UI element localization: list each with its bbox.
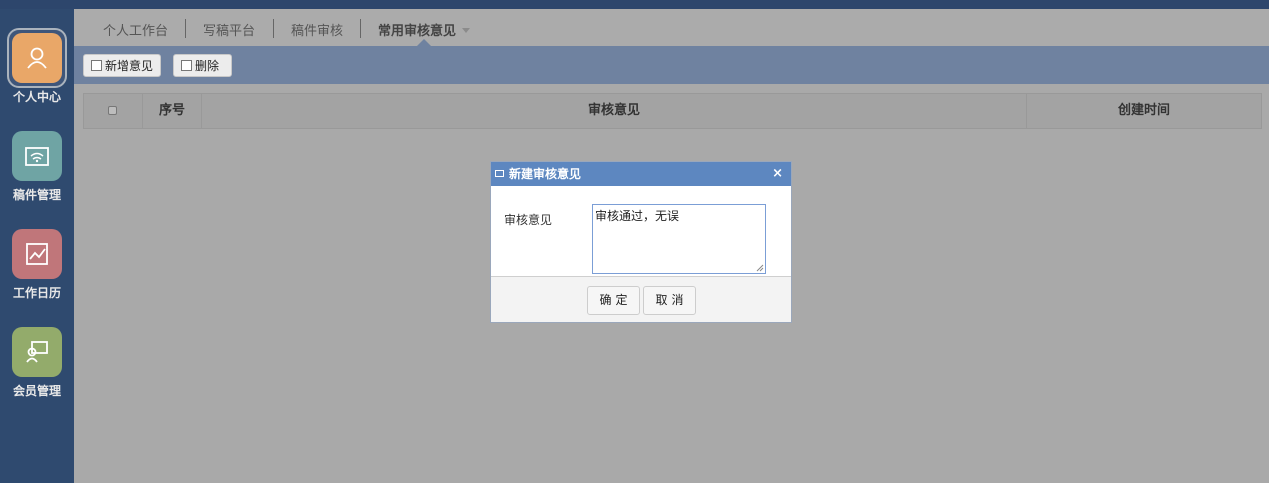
close-icon[interactable]: × <box>772 162 783 186</box>
column-header-opinion[interactable]: 审核意见 <box>202 94 1027 128</box>
sidebar-item-personal-center[interactable]: 个人中心 <box>0 28 74 123</box>
chevron-down-icon[interactable] <box>462 28 471 33</box>
opinion-field-label: 审核意见 <box>504 213 553 227</box>
sidebar-item-manuscript[interactable]: 稿件管理 <box>0 131 74 221</box>
add-opinion-label: 新增意见 <box>105 59 154 73</box>
manuscript-icon <box>12 131 62 181</box>
tab-personal-workbench[interactable]: 个人工作台 <box>103 20 168 39</box>
tab-manuscript-review[interactable]: 稿件审核 <box>291 20 343 39</box>
select-all-cell <box>84 94 143 128</box>
sidebar-item-label: 会员管理 <box>12 384 61 398</box>
dialog-titlebar[interactable]: 新建审核意见 × <box>491 162 791 186</box>
select-all-checkbox[interactable] <box>108 106 117 115</box>
column-header-index[interactable]: 序号 <box>143 94 202 128</box>
sidebar-item-member-management[interactable]: 会员管理 <box>0 327 74 417</box>
window-icon <box>495 170 504 177</box>
add-icon <box>91 60 102 71</box>
delete-label: 删除 <box>195 59 220 73</box>
member-icon <box>12 327 62 377</box>
column-header-created-time[interactable]: 创建时间 <box>1027 94 1261 128</box>
confirm-button[interactable]: 确定 <box>587 286 640 315</box>
opinion-textarea[interactable]: 审核通过，无误 <box>592 204 766 274</box>
cancel-button[interactable]: 取消 <box>643 286 696 315</box>
dialog-body: 审核意见 审核通过，无误 <box>491 186 791 277</box>
calendar-chart-icon <box>12 229 62 279</box>
dialog-footer: 确定 取消 <box>491 278 791 322</box>
delete-icon <box>181 60 192 71</box>
sidebar: 个人中心 稿件管理 工作日历 会员管理 <box>0 9 74 483</box>
sidebar-item-work-calendar[interactable]: 工作日历 <box>0 229 74 319</box>
toolbar: 新增意见 删除 <box>74 46 1269 84</box>
sidebar-item-label: 稿件管理 <box>12 188 61 202</box>
tab-common-review-opinions[interactable]: 常用审核意见 <box>378 20 471 39</box>
sidebar-item-label: 工作日历 <box>12 286 61 300</box>
tab-divider <box>273 19 274 38</box>
resize-grip-icon[interactable] <box>756 264 764 272</box>
tab-label: 常用审核意见 <box>378 24 457 39</box>
tab-writing-platform[interactable]: 写稿平台 <box>203 20 255 39</box>
add-opinion-button[interactable]: 新增意见 <box>83 54 162 77</box>
tab-bar: 个人工作台 写稿平台 稿件审核 常用审核意见 <box>74 9 1269 47</box>
dialog-title: 新建审核意见 <box>509 167 582 181</box>
delete-button[interactable]: 删除 <box>173 54 233 77</box>
tab-divider <box>185 19 186 38</box>
sidebar-item-label: 个人中心 <box>12 90 61 104</box>
new-opinion-dialog: 新建审核意见 × 审核意见 审核通过，无误 确定 取消 <box>490 161 792 323</box>
top-bar <box>0 0 1269 9</box>
tab-divider <box>360 19 361 38</box>
table-header: 序号 审核意见 创建时间 <box>83 93 1262 129</box>
person-icon <box>12 33 62 83</box>
